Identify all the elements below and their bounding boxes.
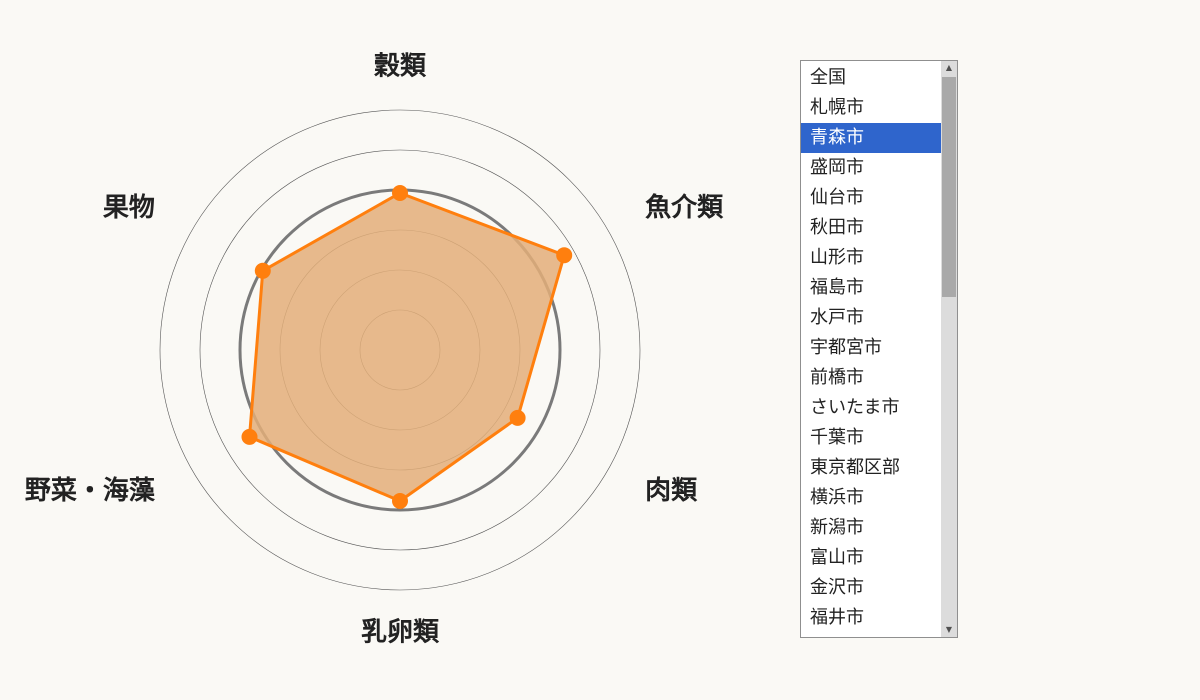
city-list-item[interactable]: 横浜市	[801, 483, 941, 513]
city-list-item[interactable]: 札幌市	[801, 93, 941, 123]
city-list-item[interactable]: 前橋市	[801, 363, 941, 393]
city-list-item[interactable]: 福島市	[801, 273, 941, 303]
radar-point-5[interactable]	[254, 262, 271, 279]
city-list-item[interactable]: 富山市	[801, 543, 941, 573]
radar-axis-label: 魚介類	[645, 192, 724, 223]
scroll-thumb[interactable]	[942, 77, 956, 297]
city-list-scrollbar[interactable]: ▲ ▼	[941, 61, 957, 637]
radar-point-0[interactable]	[392, 185, 408, 201]
city-list-item[interactable]: さいたま市	[801, 393, 941, 423]
city-list-item[interactable]: 全国	[801, 63, 941, 93]
city-list-item[interactable]: 金沢市	[801, 573, 941, 603]
radar-chart: 穀類魚介類肉類乳卵類 野菜・海藻 果物	[25, 52, 724, 648]
radar-point-1[interactable]	[556, 247, 573, 264]
city-list-item[interactable]: 盛岡市	[801, 153, 941, 183]
city-list-item[interactable]: 仙台市	[801, 183, 941, 213]
radar-axis-label: 肉類	[645, 476, 698, 506]
city-list-item[interactable]: 千葉市	[801, 423, 941, 453]
city-list-item[interactable]: 宇都宮市	[801, 333, 941, 363]
city-list-item[interactable]: 水戸市	[801, 303, 941, 333]
city-list-item[interactable]: 青森市	[801, 123, 941, 153]
radar-point-2[interactable]	[509, 409, 526, 426]
city-listbox[interactable]: 全国 札幌市 青森市 盛岡市 仙台市 秋田市 山形市 福島市 水戸市 宇都宮市 前橋市 さいたま市 千葉…	[800, 60, 958, 638]
city-list-items: 全国 札幌市 青森市 盛岡市 仙台市 秋田市 山形市 福島市 水戸市 宇都宮市 前橋市 さいたま市 千葉…	[801, 61, 941, 637]
radar-axis-label: 穀類	[374, 52, 427, 82]
city-list-item[interactable]: 新潟市	[801, 513, 941, 543]
city-list-item[interactable]: 福井市	[801, 603, 941, 633]
scroll-down-icon[interactable]: ▼	[941, 623, 957, 637]
radar-series-area	[248, 191, 566, 503]
scroll-up-icon[interactable]: ▲	[941, 61, 957, 75]
city-list-item[interactable]: 山形市	[801, 243, 941, 273]
city-list-item[interactable]: 秋田市	[801, 213, 941, 243]
radar-axis-label: 野菜・海藻	[25, 476, 156, 506]
radar-axis-label: 果物	[103, 193, 155, 223]
radar-point-3[interactable]	[392, 493, 408, 509]
radar-point-4[interactable]	[241, 428, 258, 445]
radar-axis-label: 乳卵類	[361, 618, 440, 648]
city-list-item[interactable]: 東京都区部	[801, 453, 941, 483]
